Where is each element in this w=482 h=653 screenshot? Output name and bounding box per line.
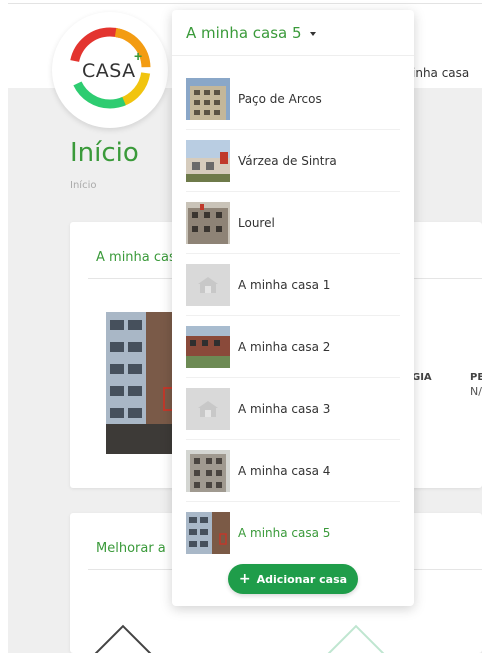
house-item-lourel[interactable]: Lourel xyxy=(186,192,400,254)
house-item-label: A minha casa 5 xyxy=(238,526,331,540)
house-thumbnail xyxy=(186,140,230,182)
casa-logo[interactable]: CASA + xyxy=(52,12,168,128)
logo-plus: + xyxy=(134,48,143,64)
card-title: A minha cas xyxy=(96,250,176,265)
pe-value: N/ xyxy=(470,385,482,398)
house-placeholder-icon xyxy=(186,388,230,430)
improvement-icon[interactable] xyxy=(94,624,152,653)
house-photo xyxy=(106,312,176,454)
house-thumbnail xyxy=(186,202,230,244)
energy-label-heading: GIA xyxy=(412,372,432,383)
house-item-label: Lourel xyxy=(238,216,275,230)
house-item-a-minha-casa-5[interactable]: A minha casa 5 xyxy=(186,502,400,564)
header-divider xyxy=(8,3,482,4)
plus-icon: + xyxy=(238,571,251,587)
house-placeholder-icon xyxy=(186,264,230,306)
house-thumbnail xyxy=(186,450,230,492)
house-item-varzea-de-sintra[interactable]: Várzea de Sintra xyxy=(186,130,400,192)
house-item-a-minha-casa-2[interactable]: A minha casa 2 xyxy=(186,316,400,378)
house-item-label: A minha casa 1 xyxy=(238,278,331,292)
house-item-label: A minha casa 4 xyxy=(238,464,331,478)
house-item-a-minha-casa-3[interactable]: A minha casa 3 xyxy=(186,378,400,440)
improvement-icon[interactable] xyxy=(327,624,385,653)
house-item-label: Várzea de Sintra xyxy=(238,154,337,168)
house-thumbnail xyxy=(186,326,230,368)
house-thumbnail xyxy=(186,512,230,554)
house-item-label: A minha casa 3 xyxy=(238,402,331,416)
chevron-down-icon xyxy=(310,32,316,36)
dropdown-toggle[interactable]: A minha casa 5 xyxy=(172,10,414,56)
add-house-button[interactable]: + Adicionar casa xyxy=(228,564,358,594)
pe-heading: PE xyxy=(470,372,482,383)
page-title: Início xyxy=(70,138,139,168)
selected-house-label: A minha casa 5 xyxy=(186,24,302,42)
card-title: Melhorar a xyxy=(96,541,166,556)
house-item-label: A minha casa 2 xyxy=(238,340,331,354)
house-item-label: Paço de Arcos xyxy=(238,92,322,106)
house-selector-dropdown: A minha casa 5 Paço de Arcos Várzea de S… xyxy=(172,10,414,606)
house-item-a-minha-casa-1[interactable]: A minha casa 1 xyxy=(186,254,400,316)
house-item-paco-de-arcos[interactable]: Paço de Arcos xyxy=(186,68,400,130)
nav-link-my-house[interactable]: inha casa xyxy=(412,66,469,80)
logo-text: CASA xyxy=(82,60,136,82)
breadcrumb[interactable]: Início xyxy=(70,180,96,191)
house-thumbnail xyxy=(186,78,230,120)
house-item-a-minha-casa-4[interactable]: A minha casa 4 xyxy=(186,440,400,502)
add-house-label: Adicionar casa xyxy=(256,572,348,586)
